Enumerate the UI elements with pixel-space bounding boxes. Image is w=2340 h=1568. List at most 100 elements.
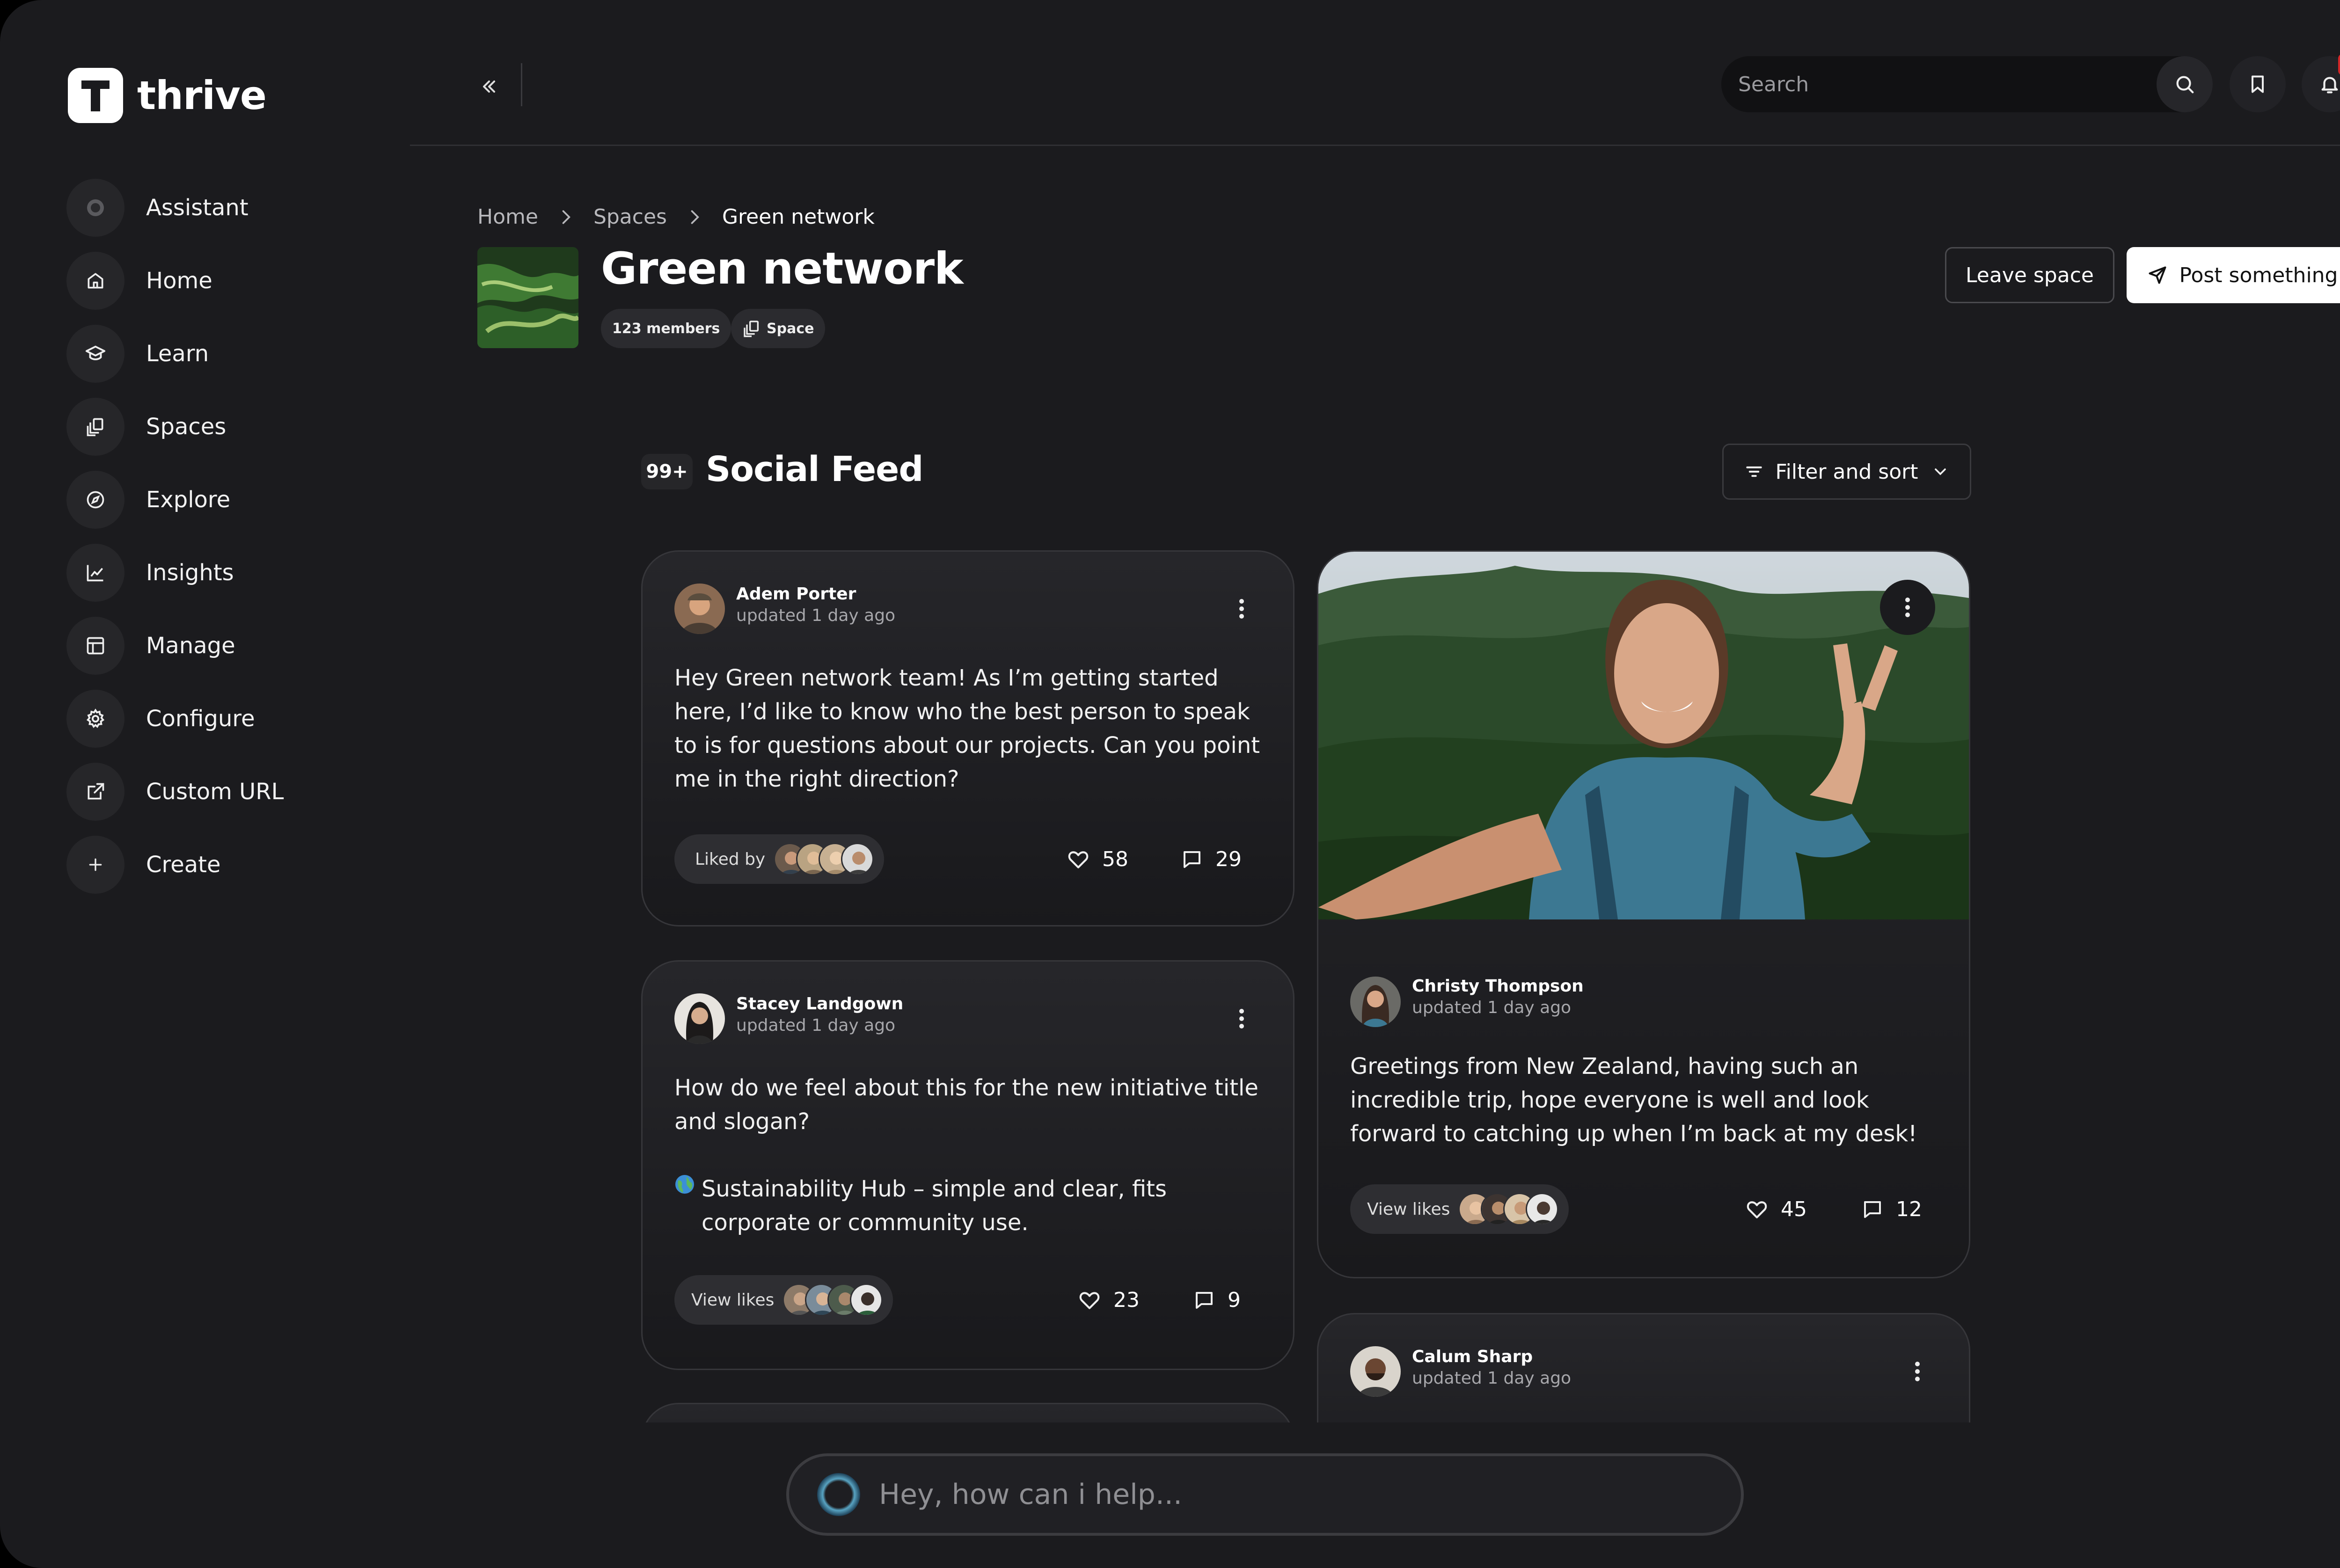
post-body: How do we feel about this for the new in… — [674, 1075, 1258, 1135]
sidebar-item-label: Assistant — [146, 195, 249, 221]
sidebar-item-insights[interactable]: Insights — [66, 544, 394, 602]
post-menu-button[interactable] — [1880, 580, 1935, 635]
sidebar-item-label: Insights — [146, 560, 234, 586]
layout-icon — [66, 617, 124, 675]
notification-count-badge: 4 — [2338, 54, 2340, 75]
avatar[interactable] — [674, 583, 725, 634]
post-something-button[interactable]: Post something — [2127, 247, 2340, 303]
spaces-icon — [744, 321, 759, 337]
assistant-prompt-bar — [786, 1453, 1744, 1536]
post-timestamp: updated 1 day ago — [736, 606, 896, 625]
sidebar-item-custom-url[interactable]: Custom URL — [66, 763, 394, 821]
search-input[interactable] — [1721, 56, 2143, 112]
leave-space-button[interactable]: Leave space — [1945, 247, 2114, 303]
chevron-down-icon — [1935, 468, 1946, 475]
app-window: thrive Assistant Home Learn Spaces Explo… — [0, 0, 2340, 1568]
view-likes-chip[interactable]: View likes — [1350, 1184, 1569, 1234]
post-author[interactable]: Christy Thompson — [1412, 977, 1584, 996]
feed-title: Social Feed — [706, 449, 923, 489]
sidebar-item-learn[interactable]: Learn — [66, 325, 394, 383]
view-likes-label: View likes — [1367, 1199, 1450, 1219]
brand-name: thrive — [137, 73, 267, 118]
view-likes-chip[interactable]: View likes — [674, 1275, 893, 1325]
avatar — [841, 843, 874, 875]
avatar[interactable] — [674, 993, 725, 1044]
bookmark-icon — [2251, 75, 2264, 93]
send-icon — [2149, 266, 2167, 284]
heart-icon — [1079, 1291, 1100, 1309]
like-button[interactable]: 58 — [1067, 847, 1128, 871]
sidebar-item-label: Explore — [146, 487, 231, 513]
post-image[interactable] — [1318, 552, 1969, 919]
post-body: Hey Green network team! As I’m getting s… — [674, 665, 1260, 792]
comment-icon — [1184, 851, 1200, 868]
bell-icon — [2321, 77, 2338, 94]
assistant-input[interactable] — [879, 1466, 1675, 1523]
external-link-icon — [66, 763, 124, 821]
sidebar-item-assistant[interactable]: Assistant — [66, 179, 394, 237]
post-body: Greetings from New Zealand, having such … — [1350, 1053, 1917, 1147]
post-author[interactable]: Calum Sharp — [1412, 1347, 1533, 1366]
post-menu-button[interactable] — [1228, 995, 1256, 1042]
assistant-orb-icon — [817, 1473, 860, 1516]
more-vertical-icon — [1915, 1362, 1920, 1381]
sidebar-item-label: Spaces — [146, 414, 227, 440]
filter-icon — [1746, 466, 1762, 477]
filter-sort-label: Filter and sort — [1775, 459, 1918, 484]
chevron-right-icon — [562, 210, 570, 224]
chart-icon — [66, 544, 124, 602]
post-menu-button[interactable] — [1228, 585, 1256, 632]
topbar-divider — [521, 63, 522, 106]
sidebar-item-configure[interactable]: Configure — [66, 690, 394, 748]
post-author[interactable]: Stacey Landgown — [736, 994, 903, 1014]
comment-icon — [1196, 1291, 1213, 1309]
avatar — [850, 1284, 883, 1316]
bookmarks-button[interactable] — [2230, 56, 2286, 112]
post-author[interactable]: Adem Porter — [736, 584, 856, 604]
like-button[interactable]: 23 — [1078, 1288, 1140, 1312]
post-menu-button[interactable] — [1903, 1348, 1931, 1395]
members-badge[interactable]: 123 members — [601, 309, 731, 348]
comment-button[interactable]: 29 — [1181, 847, 1242, 871]
breadcrumb-spaces[interactable]: Spaces — [593, 205, 667, 229]
sidebar-item-spaces[interactable]: Spaces — [66, 398, 394, 456]
collapse-sidebar-button[interactable] — [468, 66, 510, 108]
filter-sort-button[interactable]: Filter and sort — [1722, 444, 1971, 500]
liked-by-label: Liked by — [695, 849, 766, 869]
avatar[interactable] — [1350, 977, 1401, 1027]
sidebar-item-manage[interactable]: Manage — [66, 617, 394, 675]
search-button[interactable] — [2157, 56, 2213, 112]
comment-button[interactable]: 12 — [1861, 1197, 1922, 1221]
sidebar-item-label: Custom URL — [146, 779, 284, 805]
comment-count: 29 — [1215, 847, 1242, 871]
space-thumbnail — [477, 247, 578, 348]
spaces-icon — [66, 398, 124, 456]
comment-button[interactable]: 9 — [1193, 1288, 1241, 1312]
space-type-label: Space — [767, 320, 814, 337]
avatar[interactable] — [1350, 1346, 1401, 1397]
gear-icon — [66, 690, 124, 748]
heart-icon — [1747, 1201, 1767, 1218]
post-card: Stacey Landgown updated 1 day ago How do… — [641, 960, 1294, 1370]
comment-icon — [1864, 1201, 1881, 1218]
page-title: Green network — [601, 243, 964, 294]
like-button[interactable]: 45 — [1745, 1197, 1807, 1221]
sidebar-item-create[interactable]: Create — [66, 836, 394, 894]
post-timestamp: updated 1 day ago — [736, 1016, 896, 1035]
members-badge-label: 123 members — [612, 320, 720, 337]
liked-by-chip[interactable]: Liked by — [674, 834, 885, 884]
breadcrumb-home[interactable]: Home — [477, 205, 538, 229]
sidebar-item-home[interactable]: Home — [66, 252, 394, 310]
notifications-button[interactable] — [2302, 56, 2340, 112]
sidebar-item-explore[interactable]: Explore — [66, 471, 394, 529]
space-type-badge: Space — [731, 309, 826, 348]
sidebar-item-label: Create — [146, 852, 221, 878]
plus-icon — [66, 836, 124, 894]
breadcrumb-current: Green network — [722, 205, 875, 229]
liker-avatars — [1458, 1193, 1559, 1225]
post-body-line: Sustainability Hub – simple and clear, f… — [674, 1172, 1264, 1240]
brand-logo[interactable]: thrive — [68, 68, 267, 123]
post-timestamp: updated 1 day ago — [1412, 1369, 1572, 1388]
chevron-right-icon — [691, 210, 699, 224]
sidebar-item-label: Configure — [146, 706, 255, 732]
